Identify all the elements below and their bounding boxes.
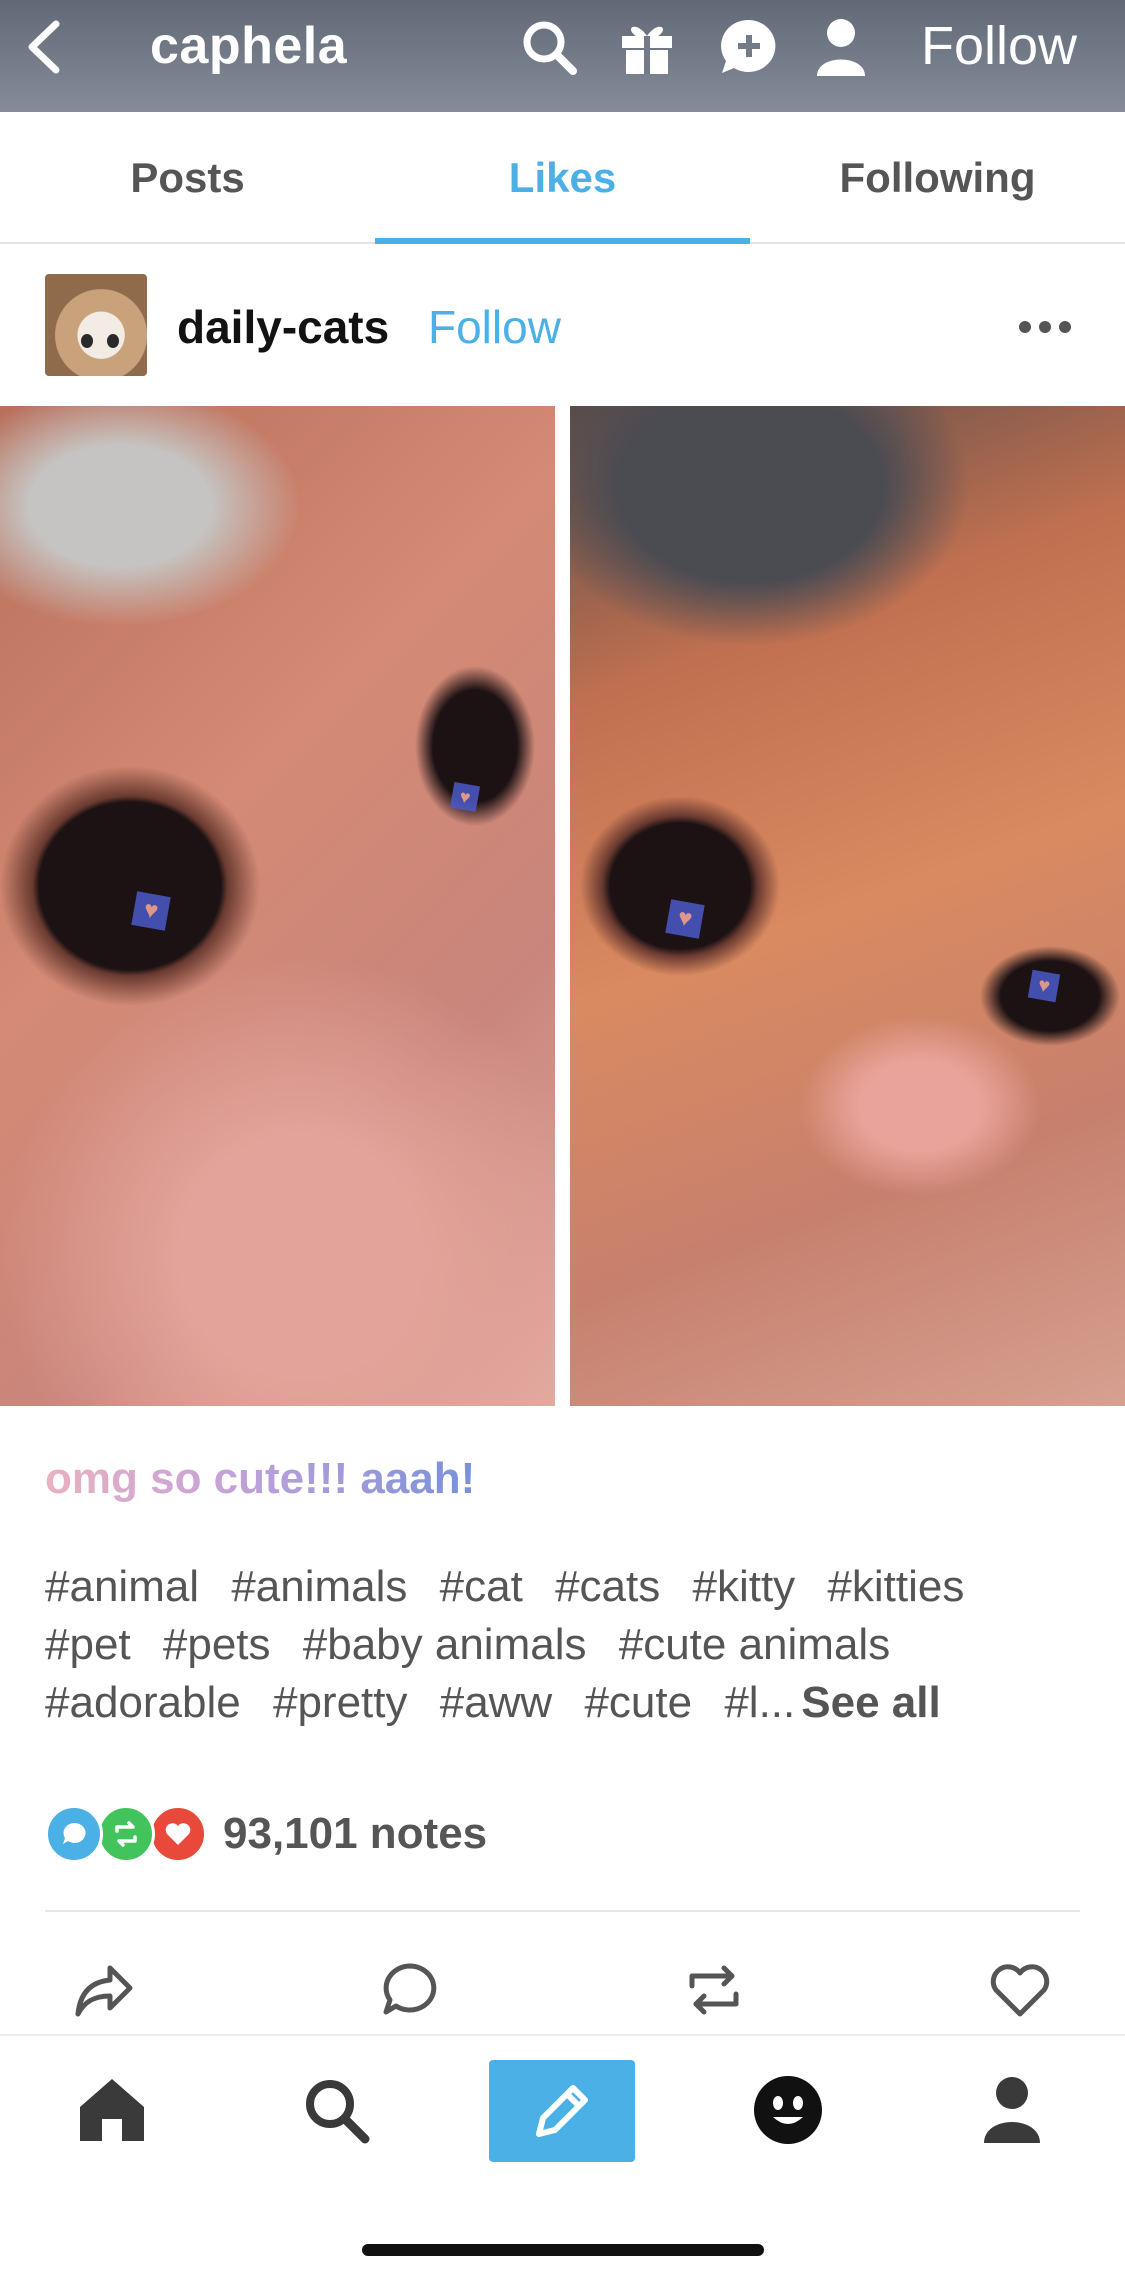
- account-icon[interactable]: [962, 2060, 1062, 2160]
- top-bar: caphela Follow: [0, 0, 1125, 112]
- search-icon[interactable]: [286, 2060, 386, 2160]
- post-header: daily-cats Follow: [0, 244, 1125, 406]
- like-note-icon: [149, 1805, 207, 1863]
- tag-link[interactable]: #pretty: [273, 1678, 408, 1727]
- tag-link[interactable]: #cat: [440, 1562, 523, 1611]
- see-all-tags-button[interactable]: See all: [801, 1678, 940, 1727]
- blog-title: caphela: [150, 17, 348, 75]
- tag-link[interactable]: #pet: [45, 1620, 131, 1669]
- tab-posts[interactable]: Posts: [0, 112, 375, 242]
- tag-link[interactable]: #cute: [584, 1678, 692, 1727]
- heart-reflection-icon: ♥: [665, 899, 705, 939]
- heart-reflection-icon: ♥: [1027, 969, 1061, 1003]
- blog-tabs: Posts Likes Following: [0, 112, 1125, 244]
- post-actions: [0, 1950, 1125, 2030]
- heart-icon[interactable]: [980, 1950, 1060, 2030]
- post-caption: omg so cute!!! aaah!: [45, 1454, 476, 1503]
- tab-following[interactable]: Following: [750, 112, 1125, 242]
- person-icon[interactable]: [806, 12, 876, 82]
- tag-link[interactable]: #animal: [45, 1562, 199, 1611]
- comment-icon[interactable]: [370, 1950, 450, 2030]
- post-author[interactable]: daily-cats: [177, 300, 389, 354]
- notes-count: 93,101 notes: [223, 1809, 488, 1858]
- follow-author-button[interactable]: Follow: [428, 300, 561, 354]
- compose-pencil-icon[interactable]: [489, 2060, 635, 2162]
- follow-blog-button[interactable]: Follow: [921, 14, 1077, 78]
- cat-photo-right[interactable]: ♥ ♥: [570, 406, 1125, 1406]
- tag-link[interactable]: #cats: [555, 1562, 660, 1611]
- post-tags: #animal #animals #cat #cats #kitty #kitt…: [45, 1558, 1085, 1732]
- tag-link[interactable]: #l...: [724, 1678, 795, 1727]
- notes-summary[interactable]: 93,101 notes: [45, 1805, 488, 1863]
- more-options-icon[interactable]: [1005, 302, 1085, 352]
- reblog-icon[interactable]: [674, 1950, 754, 2030]
- share-icon[interactable]: [64, 1950, 144, 2030]
- avatar[interactable]: [45, 274, 147, 376]
- home-icon[interactable]: [62, 2060, 162, 2160]
- cat-photo-left[interactable]: ♥ ♥: [0, 406, 555, 1406]
- tag-link[interactable]: #baby animals: [303, 1620, 587, 1669]
- tag-link[interactable]: #animals: [231, 1562, 407, 1611]
- chat-plus-icon[interactable]: [714, 12, 784, 82]
- back-chevron-icon[interactable]: [18, 12, 72, 82]
- gift-icon[interactable]: [612, 12, 682, 82]
- tag-link[interactable]: #aww: [440, 1678, 553, 1727]
- reblog-note-icon: [97, 1805, 155, 1863]
- tag-link[interactable]: #kitties: [827, 1562, 964, 1611]
- tab-likes[interactable]: Likes: [375, 112, 750, 244]
- tag-link[interactable]: #kitty: [692, 1562, 795, 1611]
- home-indicator: [362, 2244, 764, 2256]
- divider: [45, 1910, 1080, 1912]
- search-icon[interactable]: [514, 12, 584, 82]
- heart-reflection-icon: ♥: [131, 891, 171, 931]
- activity-face-icon[interactable]: [738, 2060, 838, 2160]
- tag-link[interactable]: #pets: [163, 1620, 271, 1669]
- tag-link[interactable]: #adorable: [45, 1678, 241, 1727]
- heart-reflection-icon: ♥: [449, 781, 481, 813]
- tag-link[interactable]: #cute animals: [619, 1620, 890, 1669]
- post-photoset: ♥ ♥ ♥ ♥: [0, 406, 1125, 1406]
- reply-note-icon: [45, 1805, 103, 1863]
